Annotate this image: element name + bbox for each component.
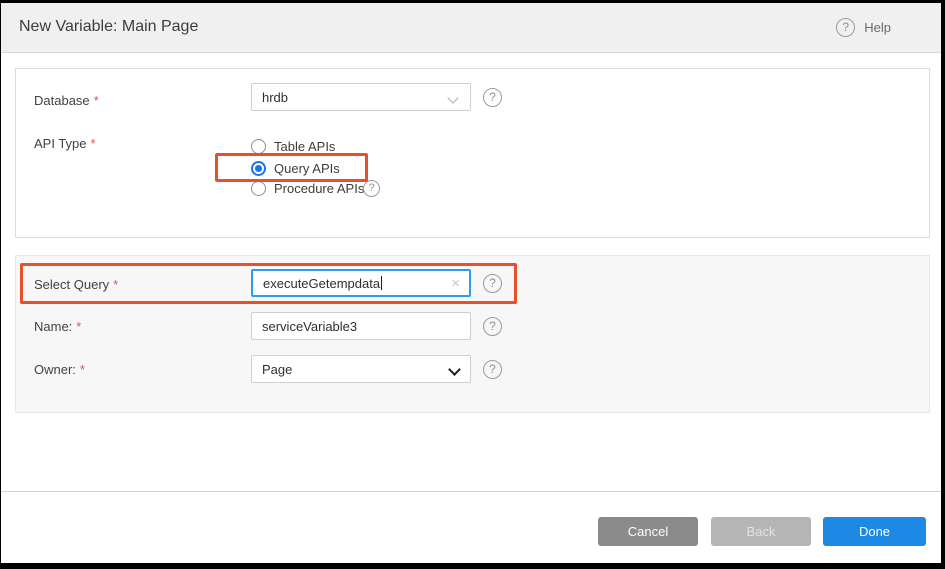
owner-label: Owner:* bbox=[34, 362, 85, 377]
required-asterisk: * bbox=[76, 319, 81, 334]
database-help-icon[interactable]: ? bbox=[483, 88, 502, 107]
select-query-input[interactable]: executeGetempdata × bbox=[251, 269, 471, 297]
radio-checked-icon[interactable] bbox=[251, 161, 266, 176]
required-asterisk: * bbox=[91, 136, 96, 151]
owner-select-value: Page bbox=[262, 362, 292, 377]
text-caret bbox=[381, 276, 382, 290]
required-asterisk: * bbox=[94, 93, 99, 108]
required-asterisk: * bbox=[80, 362, 85, 377]
name-label: Name:* bbox=[34, 319, 81, 334]
cancel-button[interactable]: Cancel bbox=[598, 517, 698, 546]
clear-icon[interactable]: × bbox=[451, 276, 460, 292]
done-button[interactable]: Done bbox=[823, 517, 926, 546]
radio-procedure-apis-label: Procedure APIs bbox=[274, 181, 364, 196]
section-query-name-owner: Select Query* executeGetempdata × ? Name… bbox=[15, 255, 930, 413]
help-label[interactable]: Help bbox=[864, 20, 891, 35]
radio-procedure-apis[interactable]: Procedure APIs bbox=[251, 181, 364, 196]
select-query-label: Select Query* bbox=[34, 277, 118, 292]
name-input-value: serviceVariable3 bbox=[262, 319, 357, 334]
api-type-label: API Type* bbox=[34, 136, 96, 151]
radio-table-apis-label: Table APIs bbox=[274, 139, 335, 154]
required-asterisk: * bbox=[113, 277, 118, 292]
name-help-icon[interactable]: ? bbox=[483, 317, 502, 336]
chevron-down-icon bbox=[447, 92, 458, 103]
select-query-input-value: executeGetempdata bbox=[263, 276, 380, 291]
api-type-help-icon[interactable]: ? bbox=[363, 180, 380, 197]
help-circle-icon[interactable]: ? bbox=[836, 18, 855, 37]
select-query-help-icon[interactable]: ? bbox=[483, 274, 502, 293]
radio-query-apis[interactable]: Query APIs bbox=[251, 161, 340, 176]
database-dropdown[interactable]: hrdb bbox=[251, 83, 471, 111]
name-input[interactable]: serviceVariable3 bbox=[251, 312, 471, 340]
section-database-apitype: Database* hrdb ? API Type* Table APIs Qu… bbox=[15, 68, 930, 238]
owner-select[interactable]: Page bbox=[251, 355, 471, 383]
footer-divider bbox=[1, 491, 941, 492]
back-button[interactable]: Back bbox=[711, 517, 811, 546]
radio-icon[interactable] bbox=[251, 139, 266, 154]
page-title: New Variable: Main Page bbox=[19, 18, 198, 36]
chevron-down-icon bbox=[448, 363, 461, 376]
radio-query-apis-label: Query APIs bbox=[274, 161, 340, 176]
new-variable-dialog: New Variable: Main Page ? Help Database*… bbox=[0, 0, 945, 569]
radio-table-apis[interactable]: Table APIs bbox=[251, 139, 335, 154]
database-dropdown-value: hrdb bbox=[262, 90, 288, 105]
radio-icon[interactable] bbox=[251, 181, 266, 196]
help-link[interactable]: ? Help bbox=[836, 18, 891, 37]
dialog-header: New Variable: Main Page ? Help bbox=[1, 3, 941, 53]
database-label: Database* bbox=[34, 93, 99, 108]
owner-help-icon[interactable]: ? bbox=[483, 360, 502, 379]
